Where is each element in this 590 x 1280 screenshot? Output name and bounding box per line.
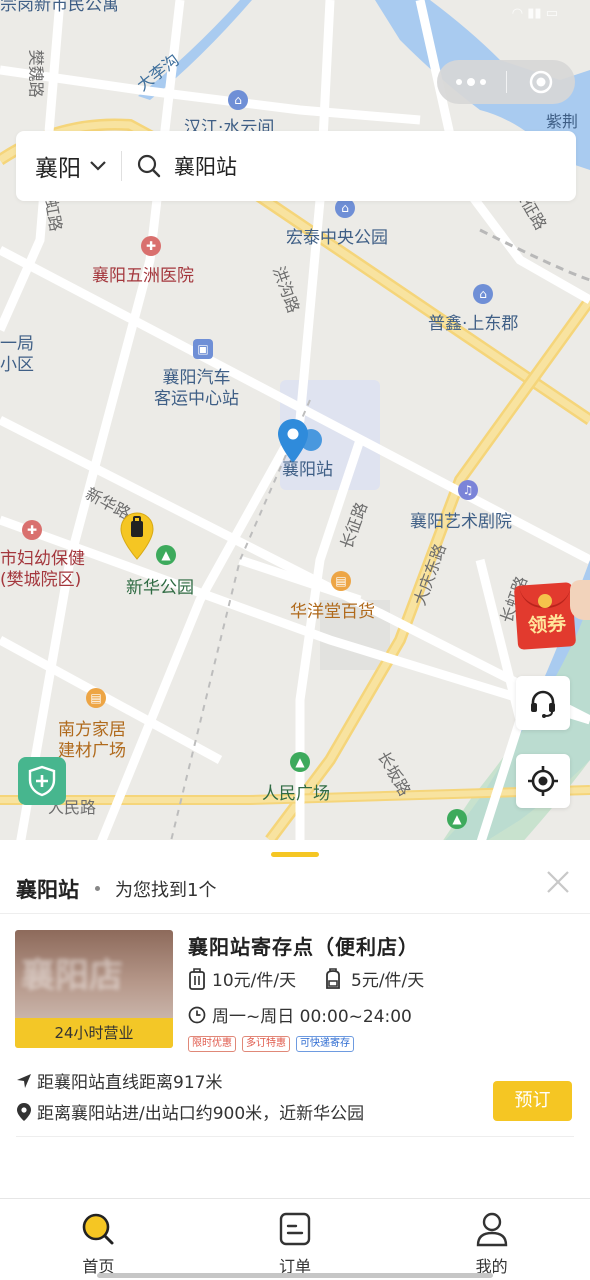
place-label: 一局 小区: [0, 334, 34, 376]
map-view[interactable]: 大李沟 樊魏路 洪沟路 新华路 长征路 大庆东路 长虹路 长坂路 人民路 长虹路…: [0, 0, 590, 845]
price-large-text: 10元/件/天: [212, 971, 297, 991]
status-icons: ◠ ▮▮ ▭: [512, 6, 558, 21]
straight-distance-text: 距襄阳站直线距离917米: [37, 1073, 223, 1093]
navigation-arrow-icon: [17, 1073, 31, 1088]
customer-service-button[interactable]: [516, 676, 570, 730]
place-label: 人民广场: [262, 784, 330, 804]
separator-dot: [95, 886, 100, 891]
more-button[interactable]: [437, 77, 506, 86]
tab-home[interactable]: 首页: [0, 1199, 197, 1280]
price-small-text: 5元/件/天: [351, 971, 425, 991]
sheet-header: 襄阳站 为您找到1个: [0, 864, 590, 914]
straight-distance: 距襄阳站直线距离917米: [16, 1068, 222, 1093]
park-icon: ▲: [156, 545, 176, 565]
place-label: 华洋堂百货: [290, 602, 375, 622]
tab-profile[interactable]: 我的: [393, 1199, 590, 1280]
tag-limited-offer: 限时优惠: [188, 1036, 236, 1052]
home-indicator: [97, 1273, 493, 1278]
tag-list: 限时优惠 多订特惠 可快递寄存: [188, 1036, 354, 1052]
luggage-pin-icon[interactable]: [120, 512, 154, 560]
tag-multi-discount: 多订特惠: [242, 1036, 290, 1052]
capsule-menu: [437, 60, 575, 104]
locate-icon: [528, 766, 558, 796]
city-label: 襄阳: [35, 156, 81, 182]
insurance-button[interactable]: [18, 757, 66, 805]
hospital-icon: ✚: [141, 236, 161, 256]
shop-name: 襄阳站寄存点（便利店）: [188, 935, 419, 959]
user-icon: [476, 1212, 507, 1247]
shop-thumbnail: 襄阳店 24小时营业: [15, 930, 173, 1048]
place-label: 市妇幼保健 (樊城院区): [0, 549, 85, 591]
location-icon: [17, 1102, 31, 1121]
close-icon[interactable]: [544, 868, 572, 896]
tag-express: 可快递寄存: [296, 1036, 354, 1052]
park-icon: ▲: [290, 752, 310, 772]
close-miniprogram-button[interactable]: [507, 69, 576, 95]
place-label: 宗岗新市民公寓: [0, 0, 119, 15]
book-button[interactable]: 预订: [493, 1081, 572, 1121]
hospital-icon: ✚: [22, 520, 42, 540]
place-label: 新华公园: [126, 578, 194, 598]
sheet-title: 襄阳站: [16, 877, 79, 902]
suitcase-icon: [189, 967, 205, 990]
shopping-icon: ▤: [86, 688, 106, 708]
search-input[interactable]: 襄阳站: [122, 131, 576, 201]
results-sheet: 襄阳站 为您找到1个 襄阳店 24小时营业 襄阳站寄存点（便利店） 10元/件/…: [0, 840, 590, 1198]
tab-bar: 首页 订单 我的: [0, 1198, 590, 1280]
tab-orders[interactable]: 订单: [197, 1199, 394, 1280]
city-select[interactable]: 襄阳: [16, 131, 121, 201]
place-label: 襄阳五洲医院: [92, 266, 194, 286]
walk-distance: 距离襄阳站进/出站口约900米，近新华公园: [16, 1099, 364, 1124]
divider: [16, 1136, 574, 1137]
headset-icon: [531, 690, 555, 718]
clock-icon: [188, 1006, 206, 1023]
price-large: 10元/件/天: [188, 966, 296, 991]
order-icon: [279, 1212, 311, 1246]
hours-text: 周一~周日 00:00~24:00: [212, 1007, 412, 1027]
road-label: 樊魏路: [26, 49, 46, 98]
residence-icon: ⌂: [335, 198, 355, 218]
business-hours: 周一~周日 00:00~24:00: [188, 1002, 412, 1027]
result-card[interactable]: 襄阳店 24小时营业 襄阳站寄存点（便利店） 10元/件/天 5元/件/天 周一…: [0, 926, 590, 1137]
search-bar: 襄阳 襄阳站: [16, 131, 576, 201]
search-icon: [83, 1213, 114, 1245]
coupon-label: 领券: [527, 612, 567, 638]
place-label: 普鑫·上东郡: [428, 314, 519, 334]
search-icon: [137, 154, 161, 178]
place-label: 襄阳艺术剧院: [410, 512, 512, 532]
coupon-button[interactable]: 领券: [513, 580, 590, 650]
location-pin-icon[interactable]: [277, 418, 309, 464]
theater-icon: ♫: [458, 480, 478, 500]
bus-icon: ▣: [193, 339, 213, 359]
place-label: 襄阳站: [282, 460, 333, 480]
open-hours-badge: 24小时营业: [15, 1018, 173, 1048]
search-query: 襄阳站: [174, 155, 237, 179]
walk-distance-text: 距离襄阳站进/出站口约900米，近新华公园: [37, 1104, 365, 1124]
battery-icon: ▭: [545, 6, 558, 21]
road-label: 紫荆: [546, 112, 579, 131]
backpack-icon: [326, 967, 340, 989]
residence-icon: ⌂: [473, 284, 493, 304]
signal-icon: ▮▮: [527, 6, 542, 21]
locate-me-button[interactable]: [516, 754, 570, 808]
wifi-icon: ◠: [511, 6, 524, 21]
shield-icon: [28, 765, 56, 797]
residence-icon: ⌂: [228, 90, 248, 110]
drag-handle[interactable]: [271, 852, 319, 857]
result-count: 为您找到1个: [115, 879, 217, 901]
price-small: 5元/件/天: [323, 966, 424, 991]
shopping-icon: ▤: [331, 571, 351, 591]
place-label: 南方家居 建材广场: [58, 720, 126, 762]
target-icon: [529, 70, 552, 94]
place-label: 宏泰中央公园: [286, 228, 388, 248]
park-icon: ▲: [447, 809, 467, 829]
chevron-down-icon: [90, 161, 106, 171]
place-label: 襄阳汽车 客运中心站: [154, 368, 239, 410]
